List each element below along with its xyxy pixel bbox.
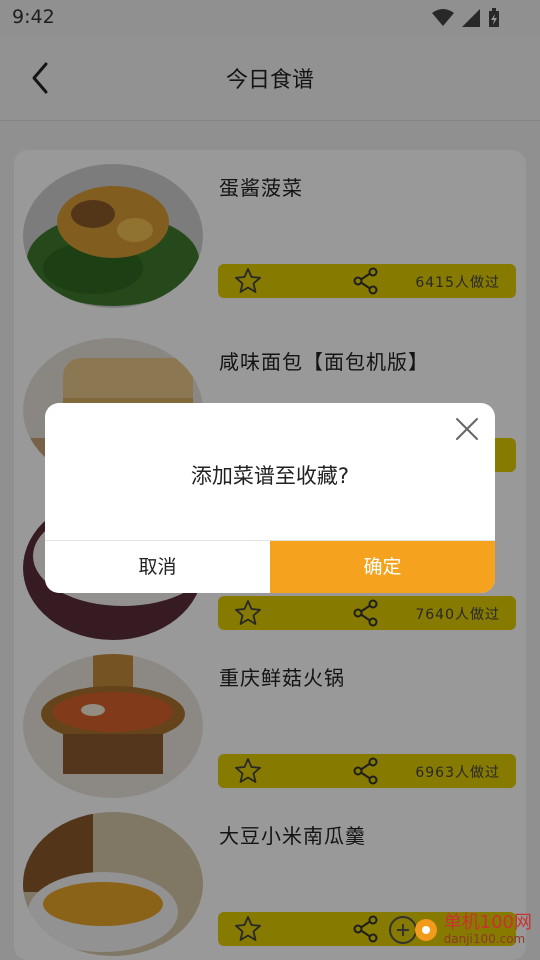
dialog-message: 添加菜谱至收藏?	[190, 464, 350, 488]
watermark-text: 单机100网 danji100.com	[443, 912, 532, 947]
close-icon[interactable]	[449, 411, 485, 447]
watermark-icon	[388, 915, 437, 944]
watermark-url: danji100.com	[443, 932, 526, 946]
dialog-buttons: 取消 确定	[45, 540, 495, 593]
confirm-button[interactable]: 确定	[270, 541, 495, 593]
confirm-dialog: 添加菜谱至收藏? 取消 确定	[45, 403, 495, 593]
watermark-title: 单机100网	[443, 912, 532, 933]
watermark-logo: 单机100网 danji100.com	[388, 913, 532, 946]
cancel-button[interactable]: 取消	[45, 541, 270, 593]
